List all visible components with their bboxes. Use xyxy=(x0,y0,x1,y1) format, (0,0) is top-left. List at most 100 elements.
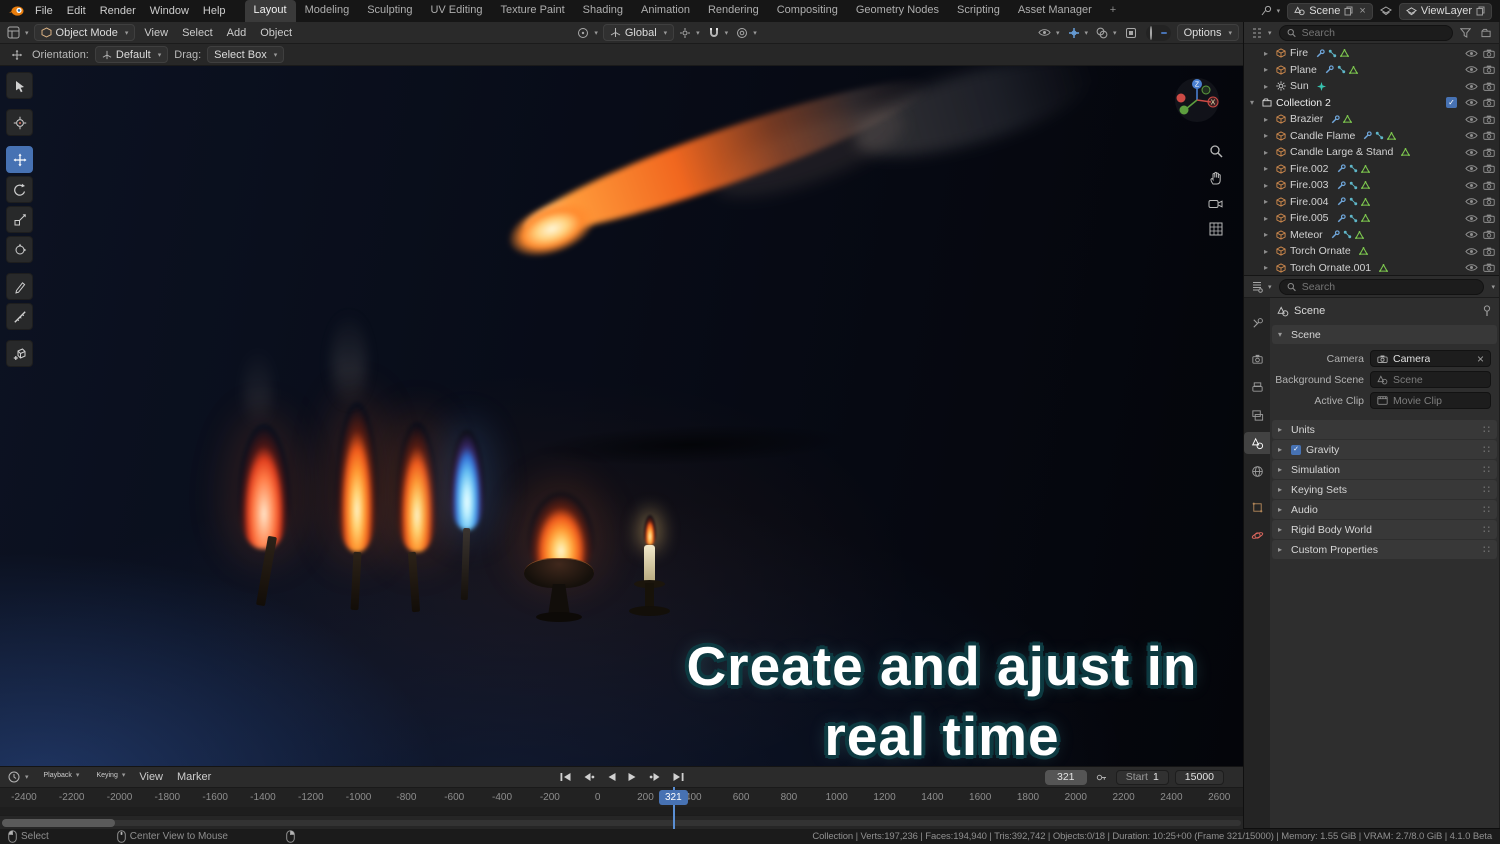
hide-viewport-eye-icon[interactable] xyxy=(1465,181,1478,190)
panel-checkbox[interactable]: ✓ xyxy=(1291,445,1301,455)
expand-arrow-icon[interactable] xyxy=(1264,131,1272,140)
properties-editor-type-icon[interactable]: ▾ xyxy=(1248,281,1275,293)
timeline-scrollbar[interactable] xyxy=(0,815,1243,829)
disable-render-camera-icon[interactable] xyxy=(1483,65,1495,74)
zoom-icon[interactable] xyxy=(1209,144,1223,158)
drag-handle-icon[interactable]: ∷ xyxy=(1483,543,1491,556)
expand-arrow-icon[interactable] xyxy=(1264,263,1272,272)
workspace-tab[interactable]: Compositing xyxy=(768,0,847,22)
blender-logo[interactable] xyxy=(8,5,24,17)
playhead[interactable]: 321 xyxy=(659,790,688,805)
tab-output[interactable] xyxy=(1244,376,1270,398)
workspace-tab[interactable]: Texture Paint xyxy=(491,0,573,22)
viewport-menu-item[interactable]: Add xyxy=(220,25,254,41)
geometry-nodes-icon[interactable] xyxy=(1349,181,1358,190)
orientation-dropdown[interactable]: Default▾ xyxy=(95,46,168,63)
outliner-row[interactable]: Plane xyxy=(1244,62,1499,79)
viewport-menu-item[interactable]: Object xyxy=(253,25,299,41)
pan-hand-icon[interactable] xyxy=(1209,171,1223,185)
hide-viewport-eye-icon[interactable] xyxy=(1465,263,1478,272)
geometry-nodes-icon[interactable] xyxy=(1328,49,1337,58)
current-frame-field[interactable]: 321 xyxy=(1045,770,1087,785)
disable-render-camera-icon[interactable] xyxy=(1483,82,1495,91)
viewport-menu-item[interactable]: View xyxy=(137,25,175,41)
hide-viewport-eye-icon[interactable] xyxy=(1465,148,1478,157)
modifier-wrench-icon[interactable] xyxy=(1331,115,1340,124)
outliner-editor-type-icon[interactable]: ▾ xyxy=(1248,27,1275,39)
toggle-ortho-icon[interactable] xyxy=(1209,222,1223,236)
timeline-editor-type-icon[interactable]: ▾ xyxy=(5,771,32,783)
select-box-tool[interactable] xyxy=(6,72,33,99)
mesh-data-icon[interactable] xyxy=(1340,49,1349,57)
outliner-row[interactable]: Sun xyxy=(1244,78,1499,95)
disable-render-camera-icon[interactable] xyxy=(1483,214,1495,223)
modifier-wrench-icon[interactable] xyxy=(1331,230,1340,239)
timeline-menu-item[interactable]: Marker xyxy=(170,769,218,785)
drag-dropdown[interactable]: Select Box▾ xyxy=(207,46,284,63)
mesh-data-icon[interactable] xyxy=(1379,264,1388,272)
unlink-scene-icon[interactable]: × xyxy=(1359,5,1365,17)
property-panel-header[interactable]: ✓ Audio ∷ xyxy=(1272,500,1497,519)
app-menu-item[interactable]: Render xyxy=(93,3,143,19)
outliner-row[interactable]: Torch Ornate.001 xyxy=(1244,260,1499,276)
workspace-tab[interactable]: Scripting xyxy=(948,0,1009,22)
expand-arrow-icon[interactable] xyxy=(1264,49,1272,58)
timeline-menu-item[interactable]: Playback xyxy=(37,769,87,785)
outliner-row[interactable]: Fire.003 xyxy=(1244,177,1499,194)
mesh-data-icon[interactable] xyxy=(1361,165,1370,173)
timeline-track[interactable] xyxy=(0,807,1243,815)
viewport-canvas[interactable]: Z X xyxy=(0,66,1243,766)
expand-arrow-icon[interactable] xyxy=(1264,65,1272,74)
drag-handle-icon[interactable]: ∷ xyxy=(1483,503,1491,516)
modifier-wrench-icon[interactable] xyxy=(1337,214,1346,223)
mesh-data-icon[interactable] xyxy=(1387,132,1396,140)
expand-arrow-icon[interactable] xyxy=(1250,98,1258,107)
properties-search-input[interactable] xyxy=(1300,280,1477,294)
tab-world[interactable] xyxy=(1244,460,1270,482)
pin-icon[interactable] xyxy=(1482,305,1492,317)
expand-arrow-icon[interactable] xyxy=(1264,214,1272,223)
collection-checkbox[interactable]: ✓ xyxy=(1446,97,1457,108)
expand-arrow-icon[interactable] xyxy=(1264,230,1272,239)
play-reverse-icon[interactable] xyxy=(603,771,618,783)
expand-arrow-icon[interactable] xyxy=(1264,181,1272,190)
drag-handle-icon[interactable]: ∷ xyxy=(1483,463,1491,476)
disable-render-camera-icon[interactable] xyxy=(1483,197,1495,206)
hide-viewport-eye-icon[interactable] xyxy=(1465,197,1478,206)
property-panel-header[interactable]: ✓ Simulation ∷ xyxy=(1272,460,1497,479)
gizmo-toggle-icon[interactable]: ▾ xyxy=(1065,27,1092,39)
geometry-nodes-icon[interactable] xyxy=(1375,131,1384,140)
outliner-search-input[interactable] xyxy=(1300,26,1445,40)
new-collection-icon[interactable] xyxy=(1478,28,1495,38)
tab-physics[interactable] xyxy=(1244,524,1270,546)
move-tool[interactable] xyxy=(6,146,33,173)
modifier-wrench-icon[interactable] xyxy=(1325,65,1334,74)
navigation-gizmo[interactable]: Z X xyxy=(1173,76,1221,124)
tab-scene[interactable] xyxy=(1244,432,1270,454)
mesh-data-icon[interactable] xyxy=(1359,247,1368,255)
hide-viewport-eye-icon[interactable] xyxy=(1465,247,1478,256)
scene-browse-icon[interactable]: ▾ xyxy=(1257,5,1284,17)
property-panel-header[interactable]: ✓ Rigid Body World ∷ xyxy=(1272,520,1497,539)
overlays-icon[interactable]: ▾ xyxy=(1093,27,1120,39)
expand-arrow-icon[interactable] xyxy=(1264,82,1272,91)
proportional-editing-icon[interactable]: ▾ xyxy=(733,27,760,39)
app-menu-item[interactable]: Edit xyxy=(60,3,93,19)
transform-tool[interactable] xyxy=(6,236,33,263)
outliner-row[interactable]: Candle Large & Stand xyxy=(1244,144,1499,161)
tab-tool[interactable] xyxy=(1244,312,1270,334)
hide-viewport-eye-icon[interactable] xyxy=(1465,164,1478,173)
disable-render-camera-icon[interactable] xyxy=(1483,164,1495,173)
viewport-menu-item[interactable]: Select xyxy=(175,25,220,41)
disable-render-camera-icon[interactable] xyxy=(1483,131,1495,140)
mesh-data-icon[interactable] xyxy=(1361,214,1370,222)
object-visibility-icon[interactable]: ▾ xyxy=(1035,28,1063,37)
hide-viewport-eye-icon[interactable] xyxy=(1465,65,1478,74)
hide-viewport-eye-icon[interactable] xyxy=(1465,49,1478,58)
outliner-row[interactable]: Fire.005 xyxy=(1244,210,1499,227)
modifier-wrench-icon[interactable] xyxy=(1363,131,1372,140)
jump-start-icon[interactable] xyxy=(557,771,573,783)
scene-selector[interactable]: Scene × xyxy=(1287,3,1373,20)
outliner-row[interactable]: Torch Ornate xyxy=(1244,243,1499,260)
workspace-tab[interactable]: Shading xyxy=(574,0,632,22)
